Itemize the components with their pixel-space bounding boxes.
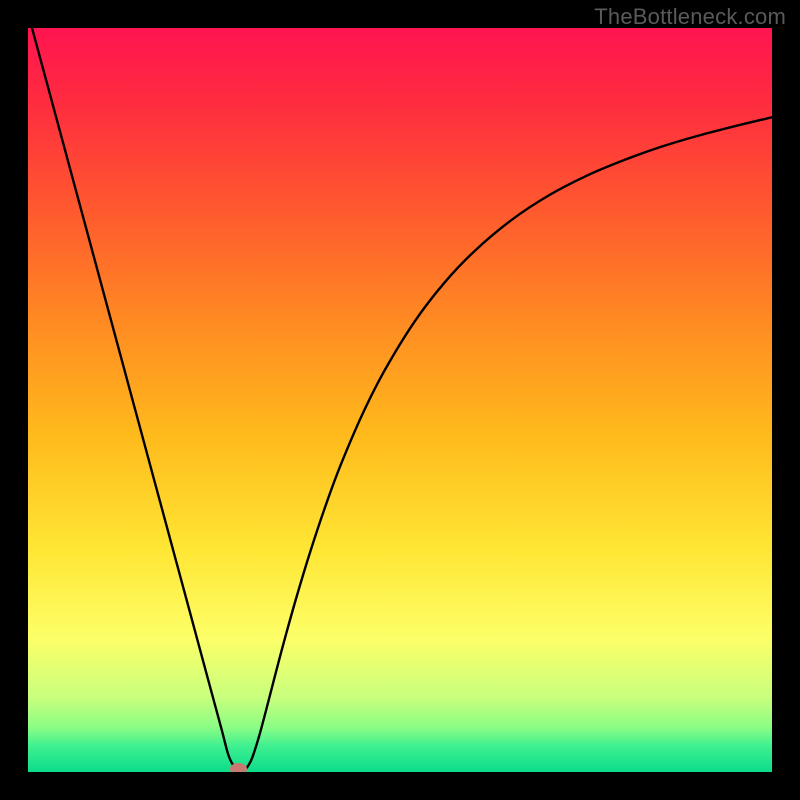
chart-frame: TheBottleneck.com — [0, 0, 800, 800]
curve-svg — [28, 28, 772, 772]
gradient-background — [28, 28, 772, 772]
plot-area — [28, 28, 772, 772]
watermark-label: TheBottleneck.com — [594, 4, 786, 30]
